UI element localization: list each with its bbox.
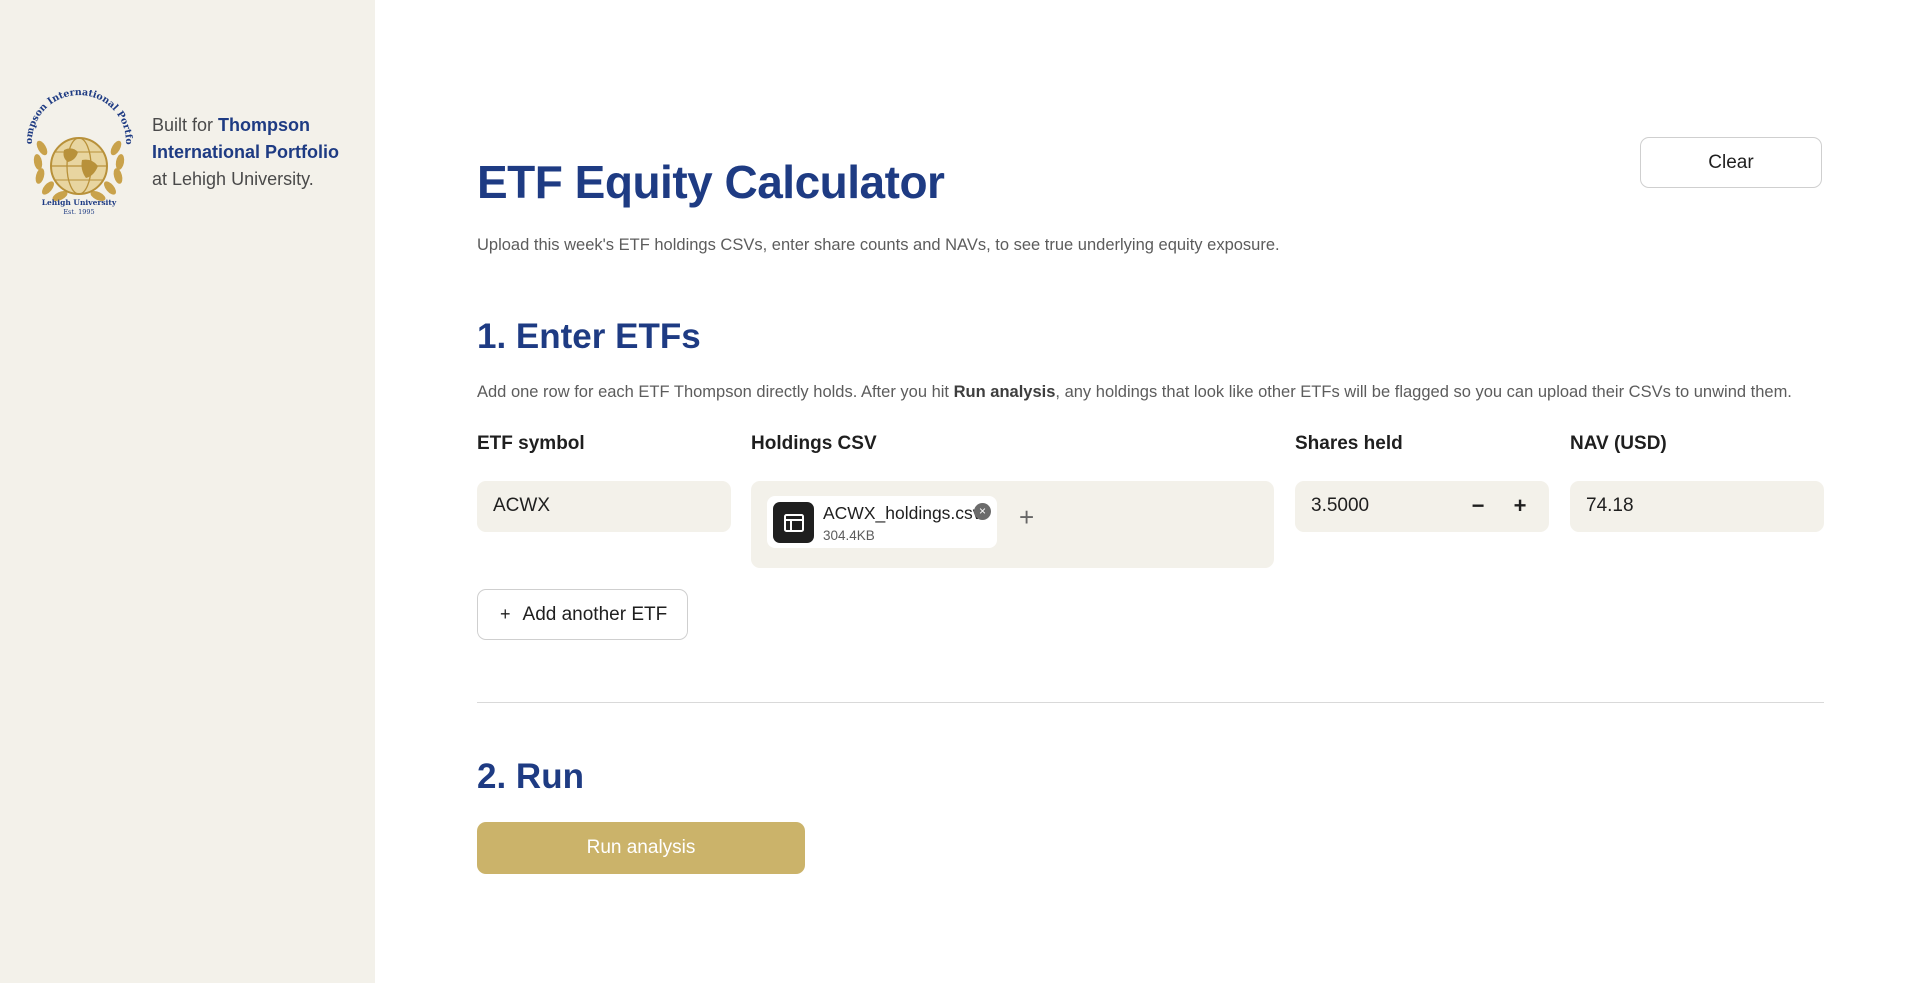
built-for-prefix: Built for	[152, 115, 214, 135]
logo-university-text: Lehigh University	[42, 198, 117, 207]
sidebar: Thompson International Portfolio	[0, 0, 375, 983]
page-title: ETF Equity Calculator	[477, 156, 945, 208]
page-subtitle: Upload this week's ETF holdings CSVs, en…	[477, 236, 1280, 254]
nav-usd-input[interactable]: 74.18	[1570, 481, 1824, 532]
section-enter-etfs-title: 1. Enter ETFs	[477, 317, 701, 356]
instructions-text-2: , any holdings that look like other ETFs…	[1055, 383, 1792, 401]
add-file-button[interactable]: +	[1019, 503, 1034, 531]
etf-symbol-input[interactable]: ACWX	[477, 481, 731, 532]
increment-button[interactable]: +	[1505, 492, 1535, 522]
section-run-title: 2. Run	[477, 757, 584, 796]
portfolio-logo: Thompson International Portfolio	[20, 90, 134, 216]
instructions-bold: Run analysis	[953, 383, 1056, 401]
built-for-text: Built for Thompson International Portfol…	[152, 112, 352, 193]
file-name: ACWX_holdings.csv	[823, 503, 982, 523]
brand: Thompson International Portfolio	[20, 90, 352, 218]
nav-usd-label: NAV (USD)	[1570, 433, 1667, 454]
file-size: 304.4KB	[823, 528, 875, 543]
shares-held-value[interactable]: 3.5000	[1311, 495, 1369, 517]
holdings-csv-label: Holdings CSV	[751, 433, 877, 454]
add-another-etf-button[interactable]: + Add another ETF	[477, 589, 688, 640]
logo-arc-text: Thompson International Portfolio	[20, 90, 134, 145]
plus-icon: +	[500, 604, 511, 624]
uploaded-file-chip[interactable]: ACWX_holdings.csv 304.4KB ×	[767, 496, 997, 548]
etf-symbol-label: ETF symbol	[477, 433, 585, 454]
logo-est-text: Est. 1995	[63, 208, 94, 216]
instructions-text-1: Add one row for each ETF Thompson direct…	[477, 383, 954, 401]
run-analysis-button[interactable]: Run analysis	[477, 822, 805, 874]
shares-held-stepper[interactable]: 3.5000 − +	[1295, 481, 1549, 532]
holdings-csv-dropzone[interactable]: ACWX_holdings.csv 304.4KB × +	[751, 481, 1274, 568]
nav-usd-value: 74.18	[1586, 495, 1634, 516]
shares-held-label: Shares held	[1295, 433, 1403, 454]
section-divider	[477, 702, 1824, 703]
section-instructions: Add one row for each ETF Thompson direct…	[477, 383, 1792, 402]
clear-button[interactable]: Clear	[1640, 137, 1822, 188]
table-icon	[773, 502, 814, 543]
svg-text:Thompson International Portfol: Thompson International Portfolio	[20, 90, 134, 145]
add-another-etf-label: Add another ETF	[522, 603, 668, 625]
close-circle-icon[interactable]: ×	[974, 503, 991, 520]
built-for-suffix: at Lehigh University.	[152, 169, 314, 189]
decrement-button[interactable]: −	[1463, 492, 1493, 522]
etf-symbol-value: ACWX	[493, 495, 550, 516]
